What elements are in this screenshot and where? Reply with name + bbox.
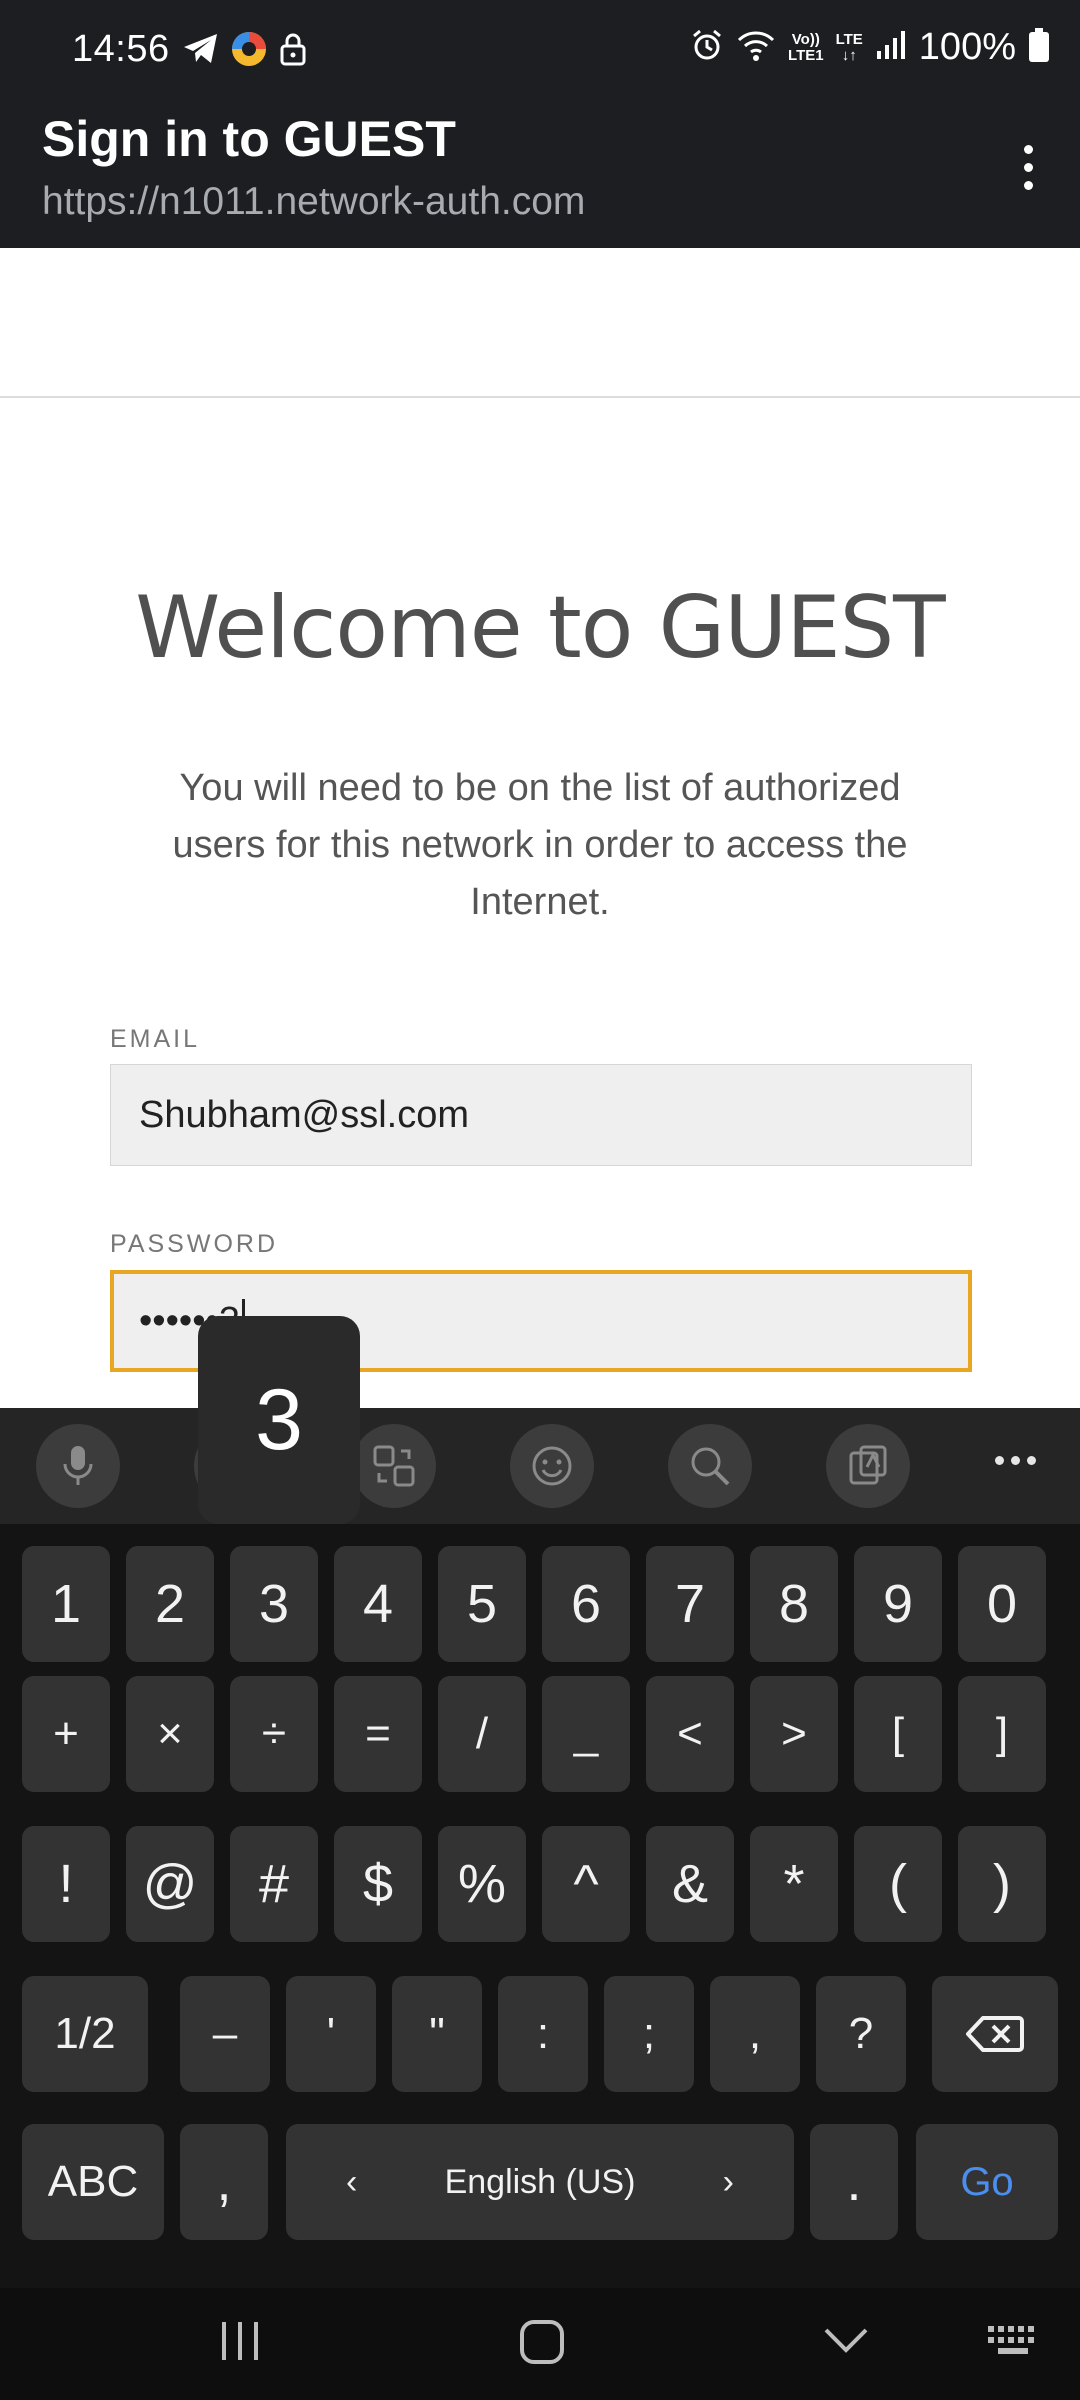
key[interactable]: 8 [750, 1546, 838, 1662]
language-next-icon: › [722, 2162, 734, 2201]
lte-indicator: LTE ↓↑ [835, 30, 863, 64]
key[interactable]: # [230, 1826, 318, 1942]
key[interactable]: 2 [126, 1546, 214, 1662]
key[interactable]: = [334, 1676, 422, 1792]
signal-icon [875, 29, 907, 66]
portal-page: Welcome to GUEST You will need to be on … [0, 248, 1080, 1408]
notification-icons [182, 30, 308, 73]
key[interactable]: ' [286, 1976, 376, 2092]
battery-percent: 100% [918, 26, 1016, 68]
text-scan-icon[interactable] [826, 1424, 910, 1508]
key[interactable]: % [438, 1826, 526, 1942]
hide-keyboard-icon[interactable] [822, 2324, 870, 2361]
key[interactable]: $ [334, 1826, 422, 1942]
microphone-icon[interactable] [36, 1424, 120, 1508]
key[interactable]: 9 [854, 1546, 942, 1662]
symbols-page-key[interactable]: 1/2 [22, 1976, 148, 2092]
key[interactable]: 5 [438, 1546, 526, 1662]
intro-text: You will need to be on the list of autho… [172, 767, 908, 923]
battery-icon [1028, 27, 1050, 68]
volte-indicator: Vo)) LTE1 [788, 30, 824, 64]
period-key[interactable]: . [810, 2124, 898, 2240]
key[interactable]: & [646, 1826, 734, 1942]
key[interactable]: : [498, 1976, 588, 2092]
key[interactable]: ÷ [230, 1676, 318, 1792]
navigation-bar [0, 2288, 1080, 2400]
alarm-icon [690, 28, 724, 67]
space-bar[interactable]: ‹ English (US) › [286, 2124, 794, 2240]
key[interactable]: " [392, 1976, 482, 2092]
key[interactable]: 6 [542, 1546, 630, 1662]
key[interactable]: ? [816, 1976, 906, 2092]
key[interactable]: * [750, 1826, 838, 1942]
key[interactable]: @ [126, 1826, 214, 1942]
emoji-icon[interactable] [510, 1424, 594, 1508]
browser-app-icon [230, 30, 268, 73]
welcome-heading: Welcome to GUEST [135, 578, 945, 678]
email-value: Shubham@ssl.com [139, 1093, 470, 1136]
status-bar: 14:56 Vo)) LTE1 LTE ↓↑ 100% [0, 0, 1080, 104]
key[interactable]: + [22, 1676, 110, 1792]
key[interactable]: _ [542, 1676, 630, 1792]
key[interactable]: < [646, 1676, 734, 1792]
lock-icon [278, 32, 308, 71]
key[interactable]: × [126, 1676, 214, 1792]
status-time: 14:56 [72, 28, 170, 70]
backspace-key[interactable] [932, 1976, 1058, 2092]
page-title: Sign in to GUEST [42, 111, 456, 167]
telegram-icon [182, 32, 220, 71]
key[interactable]: 7 [646, 1546, 734, 1662]
key[interactable]: 1 [22, 1546, 110, 1662]
comma-key[interactable]: , [180, 2124, 268, 2240]
password-label: PASSWORD [110, 1230, 278, 1258]
key[interactable]: ! [22, 1826, 110, 1942]
page-url: https://n1011.network-auth.com [42, 180, 586, 223]
email-field[interactable]: Shubham@ssl.com [110, 1064, 972, 1166]
key[interactable]: > [750, 1676, 838, 1792]
overflow-menu-icon[interactable] [998, 132, 1058, 202]
backspace-icon [966, 2016, 1024, 2052]
key[interactable]: 0 [958, 1546, 1046, 1662]
wifi-icon [736, 28, 776, 67]
home-icon[interactable] [518, 2318, 566, 2371]
translate-icon[interactable] [352, 1424, 436, 1508]
keyboard-toolbar [0, 1408, 1080, 1524]
more-icon[interactable] [995, 1456, 1036, 1465]
key[interactable]: ; [604, 1976, 694, 2092]
key[interactable]: [ [854, 1676, 942, 1792]
email-label: EMAIL [110, 1025, 201, 1053]
header-divider [0, 396, 1080, 398]
language-label: English (US) [444, 2162, 636, 2201]
keyboard: 1 2 3 4 5 6 7 8 9 0 + × ÷ = / _ < >[]! @ # $% ^ & *() 1/2– ' ":;,?… [0, 1408, 1080, 2288]
key[interactable]: ( [854, 1826, 942, 1942]
search-icon[interactable] [668, 1424, 752, 1508]
keyboard-switch-icon[interactable] [986, 2324, 1042, 2363]
key[interactable]: ^ [542, 1826, 630, 1942]
abc-key[interactable]: ABC [22, 2124, 164, 2240]
key[interactable]: ) [958, 1826, 1046, 1942]
language-prev-icon: ‹ [346, 2162, 358, 2201]
key[interactable]: / [438, 1676, 526, 1792]
key[interactable]: 4 [334, 1546, 422, 1662]
key[interactable]: ] [958, 1676, 1046, 1792]
recent-apps-icon[interactable] [218, 2318, 262, 2367]
key-preview-popup: 3 [198, 1316, 360, 1524]
key[interactable]: , [710, 1976, 800, 2092]
system-icons: Vo)) LTE1 LTE ↓↑ 100% [690, 26, 1050, 69]
go-key[interactable]: Go [916, 2124, 1058, 2240]
captive-portal-header: Sign in to GUEST https://n1011.network-a… [0, 104, 1080, 248]
key[interactable]: – [180, 1976, 270, 2092]
key[interactable]: 3 [230, 1546, 318, 1662]
